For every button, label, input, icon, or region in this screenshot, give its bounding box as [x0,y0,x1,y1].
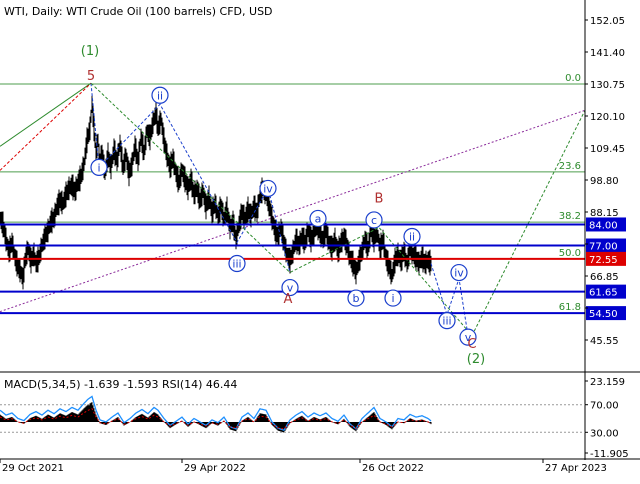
price-tick-label: 130.75 [590,80,625,91]
wave-label: A [284,292,293,307]
wave-label: i [391,292,394,305]
level-label: 77.00 [589,242,618,253]
fib-level-label: 50.0 [559,248,581,259]
indicator-tick-label: -11.905 [590,449,629,460]
price-tick-label: 141.40 [590,48,625,59]
fib-level-label: 0.0 [565,73,581,84]
wave-label: iv [454,267,464,280]
chart-header: WTI, Daily: WTI Crude Oil (100 barrels) … [4,5,273,18]
wave-label: iii [442,315,451,328]
indicator-header: MACD(5,34,5) -1.639 -1.593 RSI(14) 46.44 [4,378,237,391]
price-tick-label: 66.85 [590,272,619,283]
wave-label: (2) [467,352,485,367]
wave-label: iii [232,258,241,271]
wave-label: b [353,292,360,305]
price-tick-label: 120.10 [590,112,625,123]
time-tick-label: 26 Oct 2022 [362,463,424,474]
chart-root: 0.0 23.6 38.2 50.0 61.8 84.00 77.00 72.55 61.65… [0,0,640,480]
level-label: 61.65 [589,288,618,299]
level-label: 54.50 [589,309,618,320]
indicator-tick-label: 30.00 [590,428,619,439]
wave-label: (1) [81,44,99,59]
wave-label: c [371,214,377,227]
time-tick-label: 29 Apr 2022 [184,463,246,474]
wave-label: ii [409,230,415,243]
time-tick-label: 29 Oct 2021 [2,463,64,474]
level-label: 84.00 [589,220,618,231]
price-tick-label: 45.55 [590,336,619,347]
price-tick-label: 152.05 [590,16,625,27]
wave-label: iv [263,182,273,195]
price-tick-label: 98.80 [590,176,619,187]
wave-label: i [97,161,100,174]
level-label: 72.55 [589,255,618,266]
wave-label: ii [157,89,163,102]
chart-svg: 0.0 23.6 38.2 50.0 61.8 84.00 77.00 72.55 61.65… [0,0,640,480]
indicator-tick-label: 23.159 [590,377,625,388]
fib-level-label: 38.2 [559,211,581,222]
wave-label: 5 [87,69,95,84]
fib-level-label: 23.6 [559,161,581,172]
indicator-tick-label: 70.00 [590,401,619,412]
price-tick-label: 109.45 [590,144,625,155]
wave-label: a [315,212,322,225]
wave-label: C [467,337,476,352]
fib-level-label: 61.8 [559,302,581,313]
price-tick-label: 88.15 [590,208,619,219]
wave-label: B [375,191,384,206]
time-tick-label: 27 Apr 2023 [545,463,607,474]
